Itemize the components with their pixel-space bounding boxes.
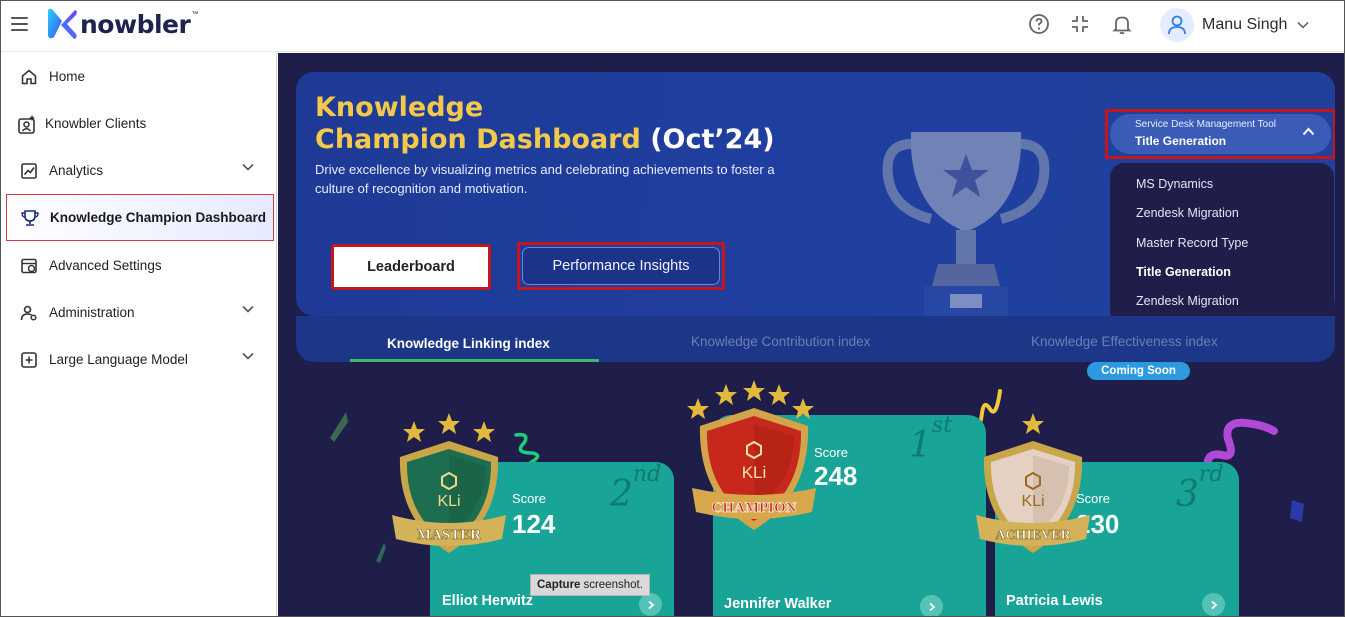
confetti-piece-blue: [1290, 500, 1304, 522]
admin-icon: [18, 302, 40, 324]
badge-kli-text: KLi: [437, 493, 460, 510]
sidebar-item-label: Administration: [49, 305, 135, 320]
master-badge-icon: KLi MASTER: [392, 413, 506, 553]
rank-suffix: st: [931, 413, 953, 438]
chevron-down-icon: [242, 305, 254, 313]
participant-name: Patricia Lewis: [1006, 593, 1103, 609]
page-title-line2: Champion Dashboard: [315, 124, 641, 155]
collapse-icon[interactable]: [1068, 12, 1092, 36]
participant-name: Elliot Herwitz: [442, 593, 534, 609]
confetti-decoration: [330, 412, 348, 442]
main-content: Knowledge Champion Dashboard (Oct’24) Dr…: [278, 53, 1344, 617]
page-title-line1: Knowledge: [315, 92, 484, 123]
knowbler-logo-mark: [48, 8, 77, 39]
trophy-icon: [19, 207, 41, 229]
clients-icon: [16, 113, 38, 135]
badge-kli-text: KLi: [1021, 493, 1044, 510]
dropdown-option-zendesk-migration[interactable]: Zendesk Migration: [1136, 206, 1239, 220]
page-title: Knowledge Champion Dashboard (Oct’24): [315, 92, 775, 156]
rank-suffix: nd: [632, 462, 662, 487]
sidebar-item-label: Home: [49, 69, 86, 84]
score-label: Score: [512, 491, 546, 506]
sidebar-item-label: Knowbler Clients: [45, 116, 147, 131]
dropdown-option-zendesk-migration-2[interactable]: Zendesk Migration: [1136, 294, 1239, 308]
rank-label: 1st: [909, 413, 952, 466]
score-value: 124: [512, 509, 556, 539]
rank-label: 3rd: [1176, 462, 1224, 515]
knowbler-logo-text: nowbler: [80, 9, 191, 39]
home-icon: [18, 66, 40, 88]
sidebar-item-home[interactable]: Home: [6, 54, 274, 99]
performance-insights-button[interactable]: Performance Insights: [517, 242, 725, 290]
sidebar: Home Knowbler Clients Analytics Knowledg…: [0, 53, 277, 617]
badge-champion-text: CHAMPION: [712, 500, 797, 516]
coming-soon-badge: Coming Soon: [1087, 362, 1190, 380]
tool-dropdown-pill: Service Desk Management Tool Title Gener…: [1110, 114, 1331, 154]
top-bar: nowbler ™ Manu Singh: [0, 0, 1345, 52]
hero-banner: Knowledge Champion Dashboard (Oct’24) Dr…: [296, 72, 1335, 316]
sidebar-item-knowledge-champion-dashboard[interactable]: Knowledge Champion Dashboard: [6, 194, 274, 241]
tool-dropdown[interactable]: Service Desk Management Tool Title Gener…: [1105, 109, 1335, 159]
arrow-right-icon[interactable]: [920, 595, 943, 617]
help-icon[interactable]: [1027, 12, 1051, 36]
achiever-badge-icon: KLi ACHIEVER: [976, 413, 1090, 553]
sidebar-item-label: Large Language Model: [49, 352, 188, 367]
sidebar-item-label: Advanced Settings: [49, 258, 162, 273]
sidebar-item-analytics[interactable]: Analytics: [6, 148, 274, 193]
hero-description: Drive excellence by visualizing metrics …: [315, 162, 775, 196]
tooltip-bold-text: Capture: [537, 579, 581, 591]
leaderboard-button[interactable]: Leaderboard: [331, 244, 491, 290]
sidebar-item-administration[interactable]: Administration: [6, 290, 274, 335]
tool-dropdown-menu: MS Dynamics Zendesk Migration Master Rec…: [1110, 163, 1334, 316]
active-tab-underline: [350, 359, 599, 362]
settings-icon: [18, 255, 40, 277]
tool-dropdown-value: Title Generation: [1135, 134, 1227, 148]
sidebar-item-label: Knowledge Champion Dashboard: [50, 210, 267, 225]
badge-master-text: MASTER: [417, 527, 481, 543]
rank-label: 2nd: [610, 462, 661, 515]
tooltip-text: screenshot.: [583, 579, 643, 591]
user-menu[interactable]: Manu Singh: [1160, 8, 1309, 42]
user-avatar-icon: [1160, 8, 1194, 42]
tab-knowledge-contribution-index[interactable]: Knowledge Contribution index: [691, 334, 870, 349]
chevron-down-icon: [242, 163, 254, 171]
badge-kli-text: KLi: [742, 463, 767, 482]
leaderboard-button-label: Leaderboard: [367, 259, 455, 275]
trophy-illustration-icon: [882, 132, 1050, 316]
chevron-up-icon: [1302, 127, 1315, 136]
sidebar-item-advanced-settings[interactable]: Advanced Settings: [6, 243, 274, 288]
chevron-down-icon: [1297, 21, 1309, 29]
badge-achiever-text: ACHIEVER: [995, 528, 1071, 543]
performance-insights-button-label: Performance Insights: [522, 247, 720, 285]
knowbler-logo[interactable]: nowbler ™: [45, 7, 198, 41]
dropdown-option-ms-dynamics[interactable]: MS Dynamics: [1136, 177, 1213, 191]
bell-icon[interactable]: [1110, 12, 1134, 36]
llm-icon: [18, 349, 40, 371]
analytics-icon: [18, 160, 40, 182]
dropdown-option-master-record-type[interactable]: Master Record Type: [1136, 236, 1248, 250]
participant-name: Jennifer Walker: [724, 596, 832, 612]
rank-number: 1: [909, 425, 932, 466]
page-title-month: (Oct’24): [650, 124, 775, 155]
arrow-right-icon[interactable]: [1202, 593, 1225, 616]
sidebar-item-large-language-model[interactable]: Large Language Model: [6, 337, 274, 382]
chevron-down-icon: [242, 352, 254, 360]
sidebar-item-knowbler-clients[interactable]: Knowbler Clients: [6, 101, 274, 146]
dropdown-option-title-generation[interactable]: Title Generation: [1136, 265, 1231, 279]
trademark-mark: ™: [191, 10, 199, 18]
rank-suffix: rd: [1198, 462, 1224, 487]
tab-knowledge-linking-index[interactable]: Knowledge Linking index: [387, 336, 550, 351]
capture-screenshot-tooltip: Capture screenshot.: [530, 574, 650, 596]
rank-number: 2: [610, 474, 633, 515]
arrow-right-icon[interactable]: [639, 593, 662, 616]
user-name: Manu Singh: [1202, 16, 1288, 33]
tab-knowledge-effectiveness-index[interactable]: Knowledge Effectiveness index: [1031, 334, 1218, 349]
sidebar-item-label: Analytics: [49, 163, 104, 178]
rank-number: 3: [1176, 474, 1199, 515]
champion-badge-icon: KLi CHAMPION: [687, 380, 816, 530]
tool-dropdown-caption: Service Desk Management Tool: [1135, 119, 1276, 130]
hamburger-menu-icon[interactable]: [11, 17, 28, 31]
